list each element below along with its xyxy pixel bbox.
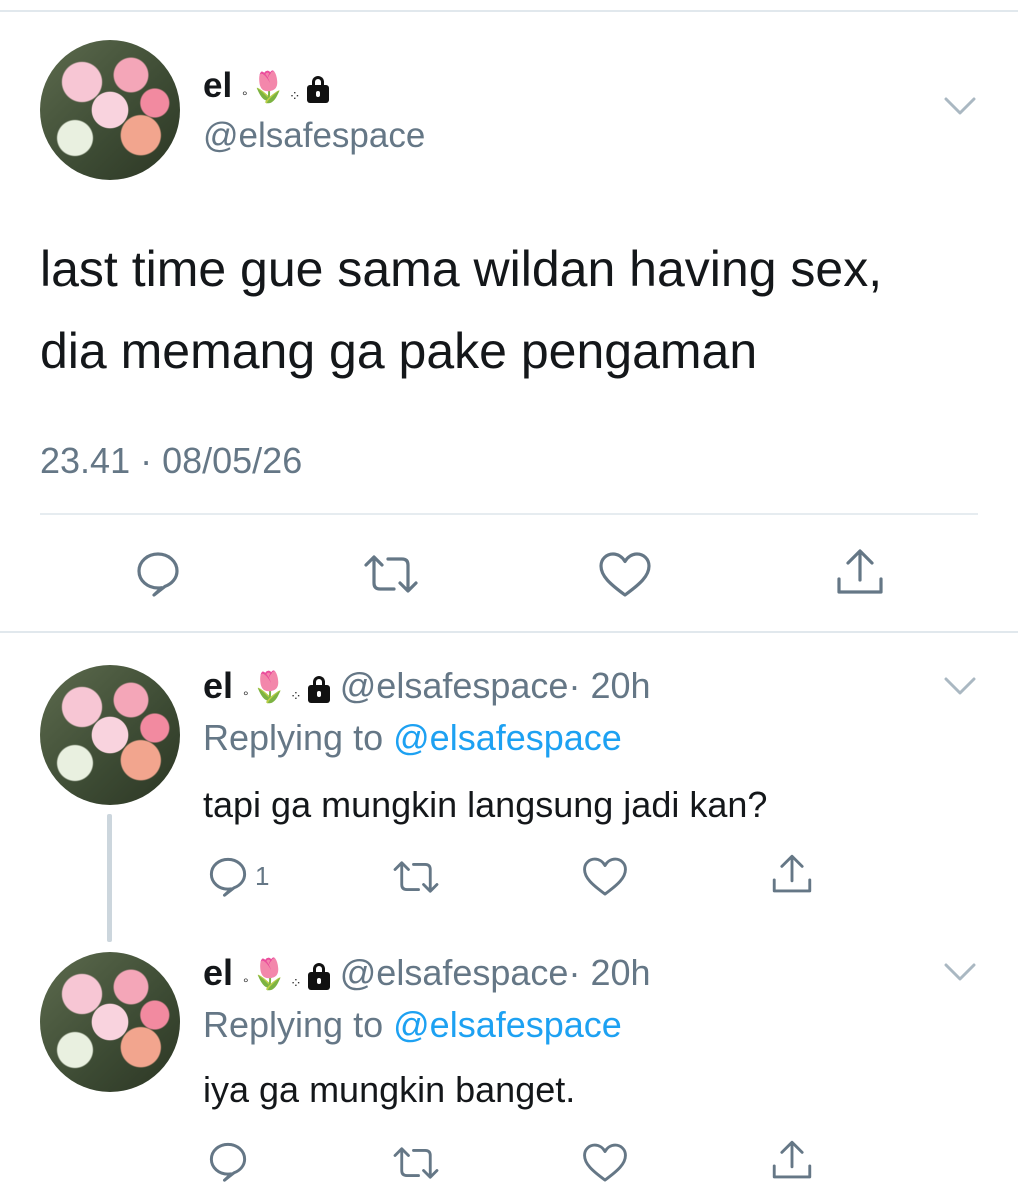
thread-connector (107, 814, 112, 942)
replying-to-label: Replying to (203, 1004, 384, 1045)
replying-to-label: Replying to (203, 717, 384, 758)
reply-author-row[interactable]: el ° 🌷 ⁘ @elsafespace· 20h (203, 664, 651, 708)
divider (40, 513, 978, 515)
share-icon[interactable] (770, 852, 814, 896)
reply-time: · 20h (568, 665, 651, 706)
like-icon[interactable] (582, 1142, 628, 1184)
replying-to-link[interactable]: @elsafespace (393, 717, 622, 758)
display-name: el (203, 66, 233, 105)
reply-icon[interactable] (207, 1140, 249, 1182)
name-emojis: ° 🌷 ⁘ (243, 671, 330, 705)
retweet-icon[interactable] (390, 1144, 442, 1182)
reply-icon[interactable] (134, 549, 182, 597)
avatar[interactable] (40, 952, 180, 1092)
reply-author-row[interactable]: el ° 🌷 ⁘ @elsafespace· 20h (203, 951, 651, 995)
name-emojis: ° 🌷 ⁘ (241, 70, 329, 104)
retweet-icon[interactable] (360, 552, 422, 596)
tweet-text: last time gue sama wildan having sex, di… (40, 228, 882, 392)
tulip-emoji: 🌷 (249, 70, 287, 104)
tulip-emoji: 🌷 (250, 958, 289, 992)
sparkle-icon: ° (241, 87, 248, 104)
like-icon[interactable] (598, 551, 652, 599)
like-icon[interactable] (582, 856, 628, 898)
lock-icon (307, 963, 330, 991)
avatar[interactable] (40, 665, 180, 805)
handle: @elsafespace (339, 665, 569, 706)
sparkle-icon: ° (243, 688, 249, 705)
tulip-emoji: 🌷 (250, 671, 289, 705)
reply-action[interactable]: 1 (207, 855, 269, 897)
sparkle-icon: ⁘ (290, 688, 302, 705)
reply-text: iya ga mungkin banget. (203, 1069, 576, 1110)
sparkle-icon: ° (243, 975, 249, 992)
top-divider (0, 10, 1018, 12)
sparkle-icon: ⁘ (290, 975, 302, 992)
main-author-row[interactable]: el ° 🌷 ⁘ (203, 66, 329, 106)
replying-to: Replying to @elsafespace (203, 1003, 622, 1047)
reply-text: tapi ga mungkin langsung jadi kan? (203, 784, 768, 825)
lock-icon (306, 75, 329, 103)
divider (0, 631, 1018, 633)
lock-icon (307, 676, 330, 704)
reply-time: · 20h (568, 952, 651, 993)
reply-count: 1 (255, 860, 270, 891)
display-name: el (203, 665, 234, 706)
name-emojis: ° 🌷 ⁘ (243, 958, 330, 992)
avatar[interactable] (40, 40, 180, 180)
sparkle-icon: ⁘ (288, 87, 301, 104)
replying-to-link[interactable]: @elsafespace (393, 1004, 622, 1045)
chevron-down-icon[interactable] (944, 96, 976, 121)
replying-to: Replying to @elsafespace (203, 716, 622, 760)
handle[interactable]: @elsafespace (203, 116, 425, 156)
share-icon[interactable] (834, 546, 886, 598)
reply-icon (207, 855, 249, 897)
handle: @elsafespace (339, 952, 569, 993)
retweet-icon[interactable] (390, 858, 442, 896)
tweet-text-line: dia memang ga pake pengaman (40, 323, 758, 379)
chevron-down-icon[interactable] (944, 962, 976, 987)
display-name: el (203, 952, 234, 993)
share-icon[interactable] (770, 1138, 814, 1182)
tweet-timestamp[interactable]: 23.41 · 08/05/26 (40, 440, 302, 482)
tweet-text-line: last time gue sama wildan having sex, (40, 241, 883, 297)
chevron-down-icon[interactable] (944, 676, 976, 701)
